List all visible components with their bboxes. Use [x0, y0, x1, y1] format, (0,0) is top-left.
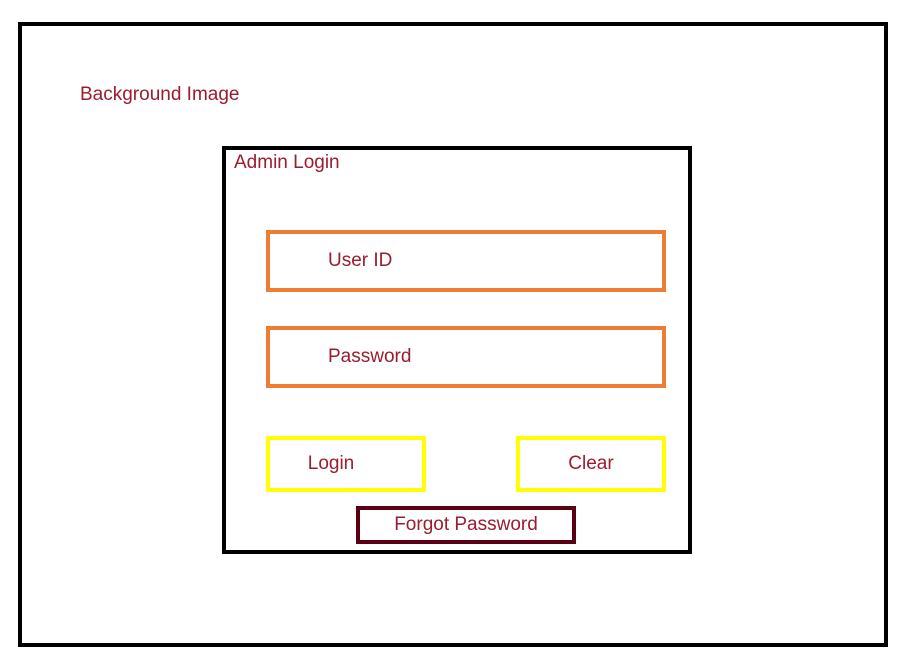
background-image-label: Background Image — [80, 84, 240, 106]
user-id-field[interactable]: User ID — [266, 230, 666, 292]
admin-login-panel: Admin Login User ID Password Login Clear… — [222, 146, 692, 554]
forgot-password-button[interactable]: Forgot Password — [356, 506, 576, 544]
password-label: Password — [270, 346, 411, 368]
password-field[interactable]: Password — [266, 326, 666, 388]
login-button-label: Login — [308, 453, 385, 475]
user-id-label: User ID — [270, 250, 392, 272]
clear-button-label: Clear — [568, 453, 613, 475]
clear-button[interactable]: Clear — [516, 436, 666, 492]
page-frame: Background Image Admin Login User ID Pas… — [18, 22, 888, 647]
panel-title: Admin Login — [234, 152, 340, 174]
login-button[interactable]: Login — [266, 436, 426, 492]
forgot-password-label: Forgot Password — [394, 514, 538, 536]
